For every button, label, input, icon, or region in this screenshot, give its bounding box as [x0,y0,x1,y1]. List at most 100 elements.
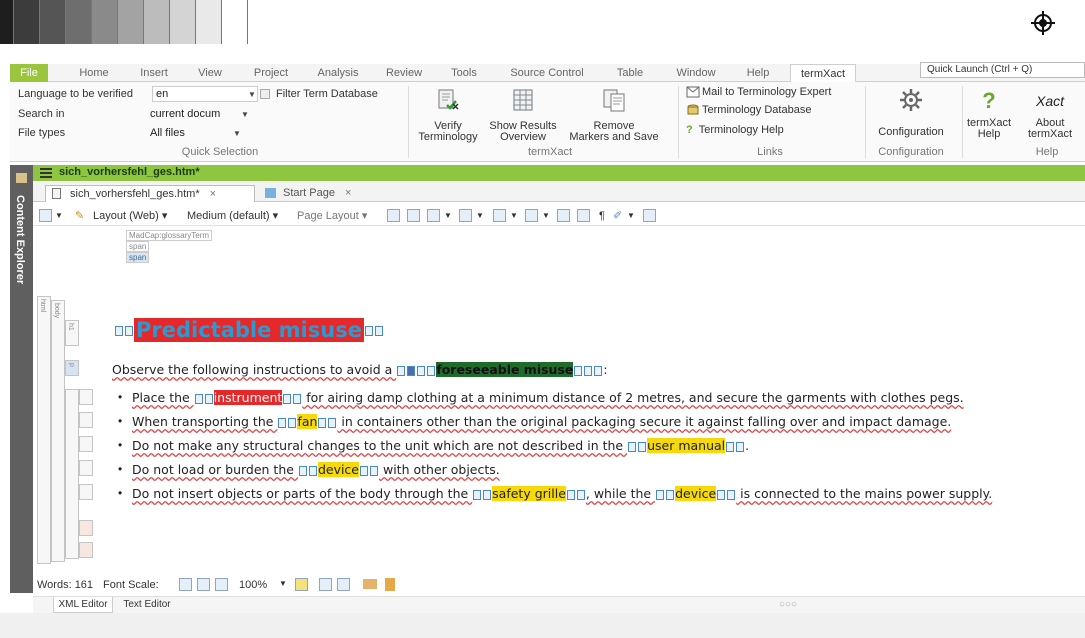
filter-checkbox[interactable] [260,89,270,99]
layout-icon[interactable] [295,578,308,591]
structure-bar-ul[interactable] [65,389,79,559]
intro-paragraph[interactable]: Observe the following instructions to av… [112,362,608,378]
termxact-help-button[interactable]: ? termXact Help [966,88,1012,140]
tab-view[interactable]: View [192,64,228,82]
search-in-select[interactable]: current docum [146,106,250,122]
structure-bar-html[interactable]: html [37,296,51,564]
span-tag-selected[interactable]: span [126,252,150,263]
term-fan[interactable]: fan [297,414,318,429]
group-label-help: Help [1035,146,1059,158]
tab-insert[interactable]: Insert [134,64,174,82]
marker-icon [566,489,575,500]
zoom-level[interactable]: 100% [239,579,267,591]
page-view-icon[interactable] [337,578,350,591]
chevron-down-icon[interactable]: ▼ [627,209,635,223]
structure-bar-li[interactable] [79,542,93,558]
terminology-database-link[interactable]: Terminology Database [686,102,811,118]
structure-bar-p[interactable]: p [65,360,79,376]
structure-bar-body[interactable]: body [51,300,65,562]
structure-bar-li[interactable] [79,436,93,452]
close-icon[interactable]: × [345,187,351,199]
tab-window[interactable]: Window [670,64,722,82]
tab-xml-editor[interactable]: XML Editor [53,597,113,613]
pilcrow-icon[interactable]: ¶ [599,209,605,223]
page-layout-dropdown[interactable]: Page Layout ▾ [297,209,367,223]
list-item[interactable]: Do not load or burden the device with ot… [132,462,500,478]
tab-analysis[interactable]: Analysis [312,64,364,82]
tab-text-editor[interactable]: Text Editor [117,597,177,613]
marker-icon [298,465,307,476]
term-safety-grille[interactable]: safety grille [492,486,566,501]
structure-bar-li[interactable] [79,484,93,500]
verify-terminology-button[interactable]: Verify Terminology [416,88,480,143]
show-results-overview-button[interactable]: Show Results Overview [488,88,558,143]
font-scale-down-icon[interactable] [179,578,192,591]
mail-terminology-expert-link[interactable]: Mail to Terminology Expert [686,84,831,100]
font-scale-up-icon[interactable] [215,578,228,591]
brush-icon[interactable]: ✎ [75,209,84,223]
zoom-icon[interactable] [387,209,400,222]
tab-project[interactable]: Project [248,64,294,82]
configuration-button[interactable]: Configuration [868,88,954,138]
structure-bar-li[interactable] [79,389,93,405]
tab-file[interactable]: File [10,64,48,82]
remove-markers-button[interactable]: Remove Markers and Save [566,88,662,143]
tab-home[interactable]: Home [74,64,114,82]
term-instrument[interactable]: instrument [213,390,283,405]
medium-dropdown[interactable]: Medium (default) ▾ [187,209,278,223]
structure-bar-li[interactable] [79,460,93,476]
list-item[interactable]: Place the instrument for airing damp clo… [132,390,964,406]
block-icon[interactable] [427,209,440,222]
tab-termxact[interactable]: termXact [790,64,856,82]
ruler-icon[interactable] [363,579,377,589]
highlighter-icon[interactable]: ✐ [613,209,622,223]
chevron-down-icon[interactable]: ▼ [510,209,518,223]
about-termxact-button[interactable]: Xact About termXact [1020,88,1080,140]
term-foreseeable-misuse[interactable]: foreseeable misuse [436,362,574,377]
list-item[interactable]: When transporting the fan in containers … [132,414,951,430]
preview-icon[interactable] [407,209,420,222]
markers-icon[interactable] [493,209,506,222]
quick-launch-input[interactable]: Quick Launch (Ctrl + Q) [920,62,1085,78]
list-item[interactable]: Do not make any structural changes to th… [132,438,749,454]
menu-icon[interactable] [40,168,52,170]
term-device[interactable]: device [675,486,717,501]
language-select[interactable]: en [152,86,258,102]
chevron-down-icon[interactable]: ▼ [55,209,63,223]
close-icon[interactable]: × [210,188,216,200]
terminology-help-link[interactable]: ? Terminology Help [686,122,784,138]
tab-source-control[interactable]: Source Control [502,64,592,82]
tab-start-page[interactable]: Start Page × [259,185,375,202]
glossary-term-tag[interactable]: MadCap:glossaryTerm [126,230,213,241]
document-heading[interactable]: Predictable misuse [114,318,384,344]
span-tag[interactable]: span [126,241,150,252]
split-view-icon[interactable] [319,578,332,591]
chevron-down-icon[interactable]: ▼ [476,209,484,223]
show-tags-icon[interactable] [557,209,570,222]
view-icon[interactable] [39,209,52,222]
document-icon[interactable] [385,578,395,591]
chevron-down-icon[interactable]: ▼ [279,579,287,588]
font-scale-reset-icon[interactable] [197,578,210,591]
structure-bar-li[interactable] [79,412,93,428]
layout-web-dropdown[interactable]: Layout (Web) ▾ [93,209,167,223]
list-item[interactable]: Do not insert objects or parts of the bo… [132,486,992,502]
tag-icon[interactable] [459,209,472,222]
structure-bar-h1[interactable]: h1 [65,320,79,346]
database-icon [687,104,699,115]
tab-tools[interactable]: Tools [444,64,484,82]
chevron-down-icon[interactable]: ▼ [444,209,452,223]
show-spans-icon[interactable] [577,209,590,222]
structure-bars-icon[interactable] [643,209,656,222]
text-format-icon[interactable] [525,209,538,222]
more-icon[interactable]: ○○○ [773,597,803,613]
term-device[interactable]: device [317,462,359,477]
chevron-down-icon[interactable]: ▼ [542,209,550,223]
structure-bar-li[interactable] [79,520,93,536]
tab-help[interactable]: Help [740,64,776,82]
term-user-manual[interactable]: user manual [647,438,726,453]
content-explorer-panel[interactable]: Content Explorer [10,165,33,593]
tab-table[interactable]: Table [610,64,650,82]
tab-review[interactable]: Review [382,64,426,82]
tab-document[interactable]: sich_vorhersfehl_ges.htm* × [45,185,255,202]
